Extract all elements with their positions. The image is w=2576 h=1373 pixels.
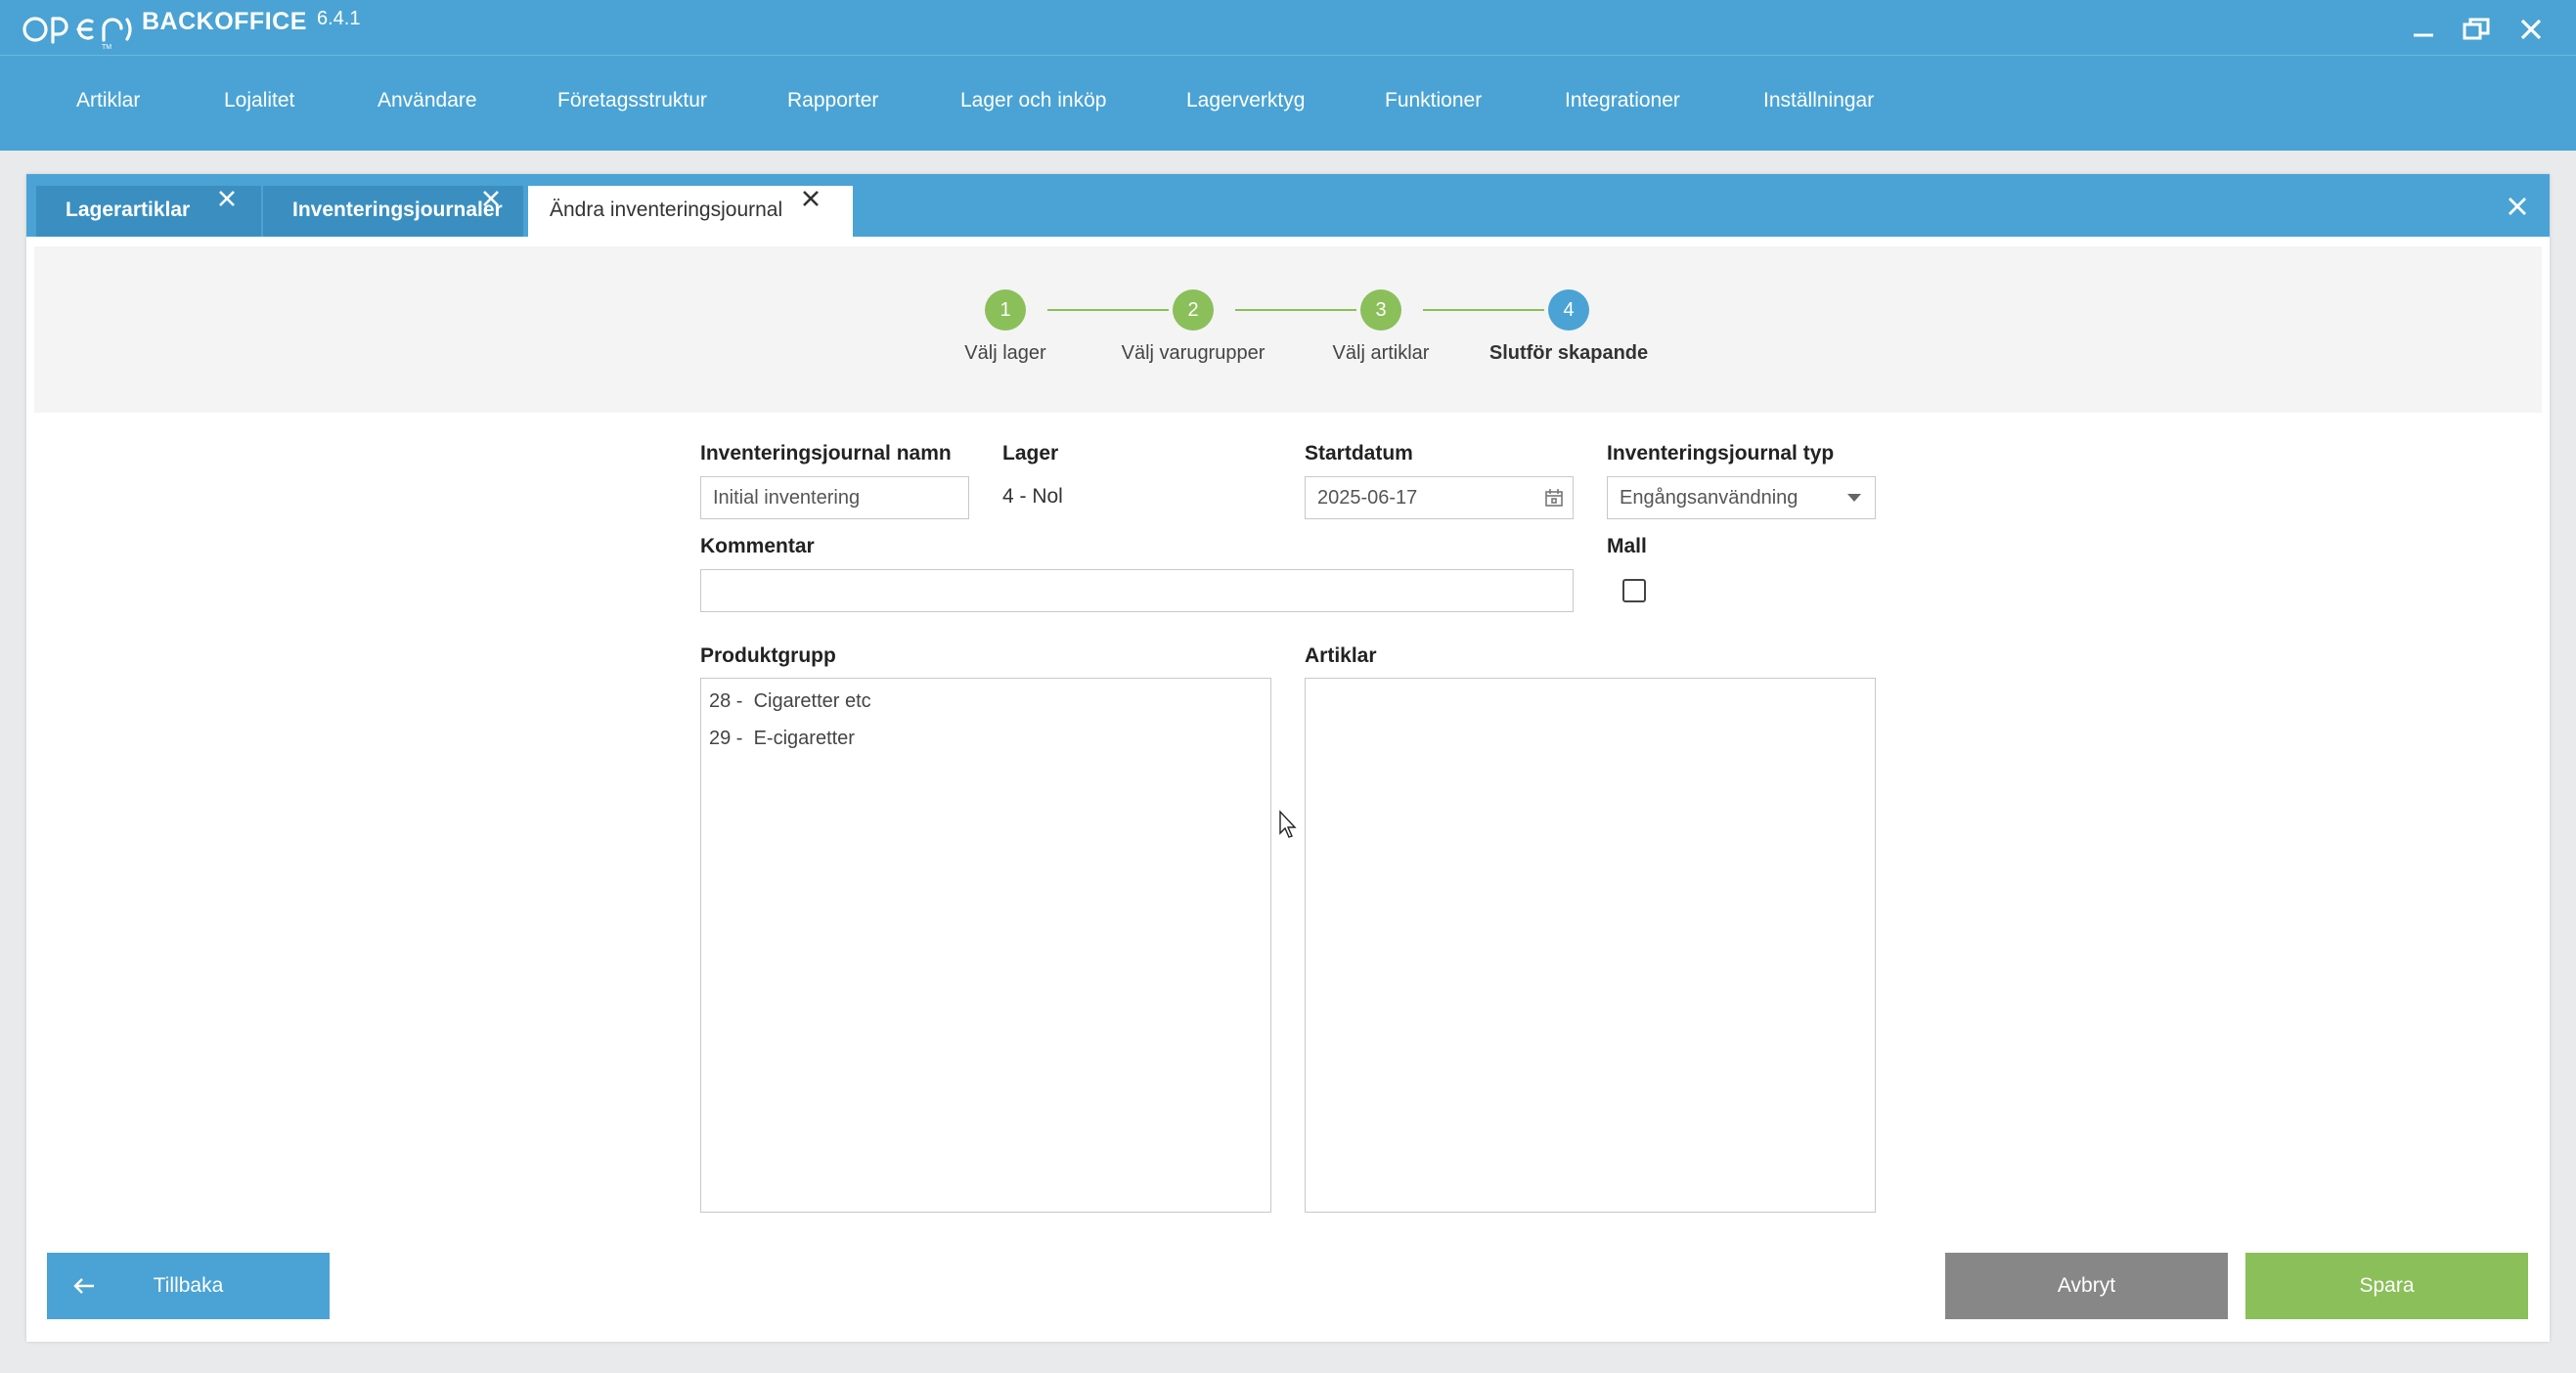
- menu-item-anvandare[interactable]: Användare: [378, 89, 477, 112]
- wizard-stepper: 1 2 3 4 Välj lager Välj varugrupper Välj…: [34, 246, 2542, 413]
- tab-close-icon[interactable]: [479, 187, 503, 210]
- journal-typ-value: Engångsanvändning: [1620, 487, 1799, 509]
- cancel-button[interactable]: Avbryt: [1945, 1253, 2228, 1319]
- tab-close-icon[interactable]: [215, 187, 239, 210]
- step-4-circle: 4: [1548, 289, 1589, 331]
- journal-name-field[interactable]: [700, 476, 969, 519]
- close-icon[interactable]: [2513, 12, 2549, 47]
- back-button-label: Tillbaka: [153, 1274, 224, 1297]
- product-group-code: 28: [709, 690, 732, 712]
- product-group-name: Cigaretter etc: [753, 690, 871, 712]
- lager-label: Lager: [1002, 442, 1059, 465]
- journal-name-label: Inventeringsjournal namn: [700, 442, 952, 465]
- journal-name-input[interactable]: [713, 478, 956, 518]
- kommentar-input[interactable]: [713, 571, 1561, 611]
- menu-item-funktioner[interactable]: Funktioner: [1385, 89, 1482, 112]
- back-button[interactable]: Tillbaka: [47, 1253, 330, 1319]
- tab-bar: Lagerartiklar Inventeringsjournaler Ändr…: [26, 174, 2550, 237]
- content-frame: Lagerartiklar Inventeringsjournaler Ändr…: [26, 174, 2550, 1342]
- startdatum-field[interactable]: 2025-06-17: [1305, 476, 1574, 519]
- step-4-label: Slutför skapande: [1488, 342, 1649, 364]
- kommentar-field[interactable]: [700, 569, 1574, 612]
- produktgrupp-label: Produktgrupp: [700, 644, 836, 667]
- step-connector: [1235, 309, 1356, 311]
- svg-text:TM: TM: [102, 44, 111, 51]
- product-group-code: 29: [709, 728, 732, 749]
- menu-item-integrationer[interactable]: Integrationer: [1565, 89, 1680, 112]
- step-1-label: Välj lager: [964, 342, 1046, 364]
- list-item[interactable]: 28 - Cigaretter etc: [701, 683, 1270, 720]
- restore-icon[interactable]: [2459, 12, 2494, 47]
- calendar-icon[interactable]: [1543, 487, 1565, 509]
- menu-item-lojalitet[interactable]: Lojalitet: [224, 89, 294, 112]
- step-connector: [1047, 309, 1169, 311]
- startdatum-label: Startdatum: [1305, 442, 1413, 465]
- tab-label: Lagerartiklar: [66, 199, 191, 221]
- step-1-circle: 1: [985, 289, 1026, 331]
- artiklar-label: Artiklar: [1305, 644, 1377, 667]
- step-3-label: Välj artiklar: [1332, 342, 1430, 364]
- produktgrupp-list[interactable]: 28 - Cigaretter etc 29 - E-cigaretter: [700, 678, 1271, 1213]
- journal-typ-label: Inventeringsjournal typ: [1607, 442, 1835, 465]
- menu-item-lagerverktyg[interactable]: Lagerverktyg: [1186, 89, 1305, 112]
- startdatum-value: 2025-06-17: [1317, 487, 1418, 509]
- tab-label: Ändra inventeringsjournal: [550, 199, 783, 221]
- app-version: 6.4.1: [317, 8, 361, 29]
- cancel-button-label: Avbryt: [2057, 1274, 2116, 1297]
- step-connector: [1423, 309, 1544, 311]
- arrow-left-icon: [73, 1278, 94, 1294]
- menu-item-foretagsstruktur[interactable]: Företagsstruktur: [557, 89, 707, 112]
- mouse-cursor-icon: [1279, 810, 1297, 838]
- menu-item-installningar[interactable]: Inställningar: [1763, 89, 1874, 112]
- list-item[interactable]: 29 - E-cigaretter: [701, 720, 1270, 757]
- mall-checkbox[interactable]: [1622, 579, 1646, 602]
- chevron-down-icon: [1847, 494, 1861, 502]
- menu-item-lager-och-inkop[interactable]: Lager och inköp: [960, 89, 1106, 112]
- step-2-label: Välj varugrupper: [1121, 342, 1266, 364]
- tab-label: Inventeringsjournaler: [292, 199, 503, 221]
- save-button[interactable]: Spara: [2245, 1253, 2528, 1319]
- app-brand: BACKOFFICE: [142, 8, 307, 35]
- lager-value: 4 - Nol: [1002, 485, 1063, 508]
- kommentar-label: Kommentar: [700, 535, 815, 557]
- title-bar: TM BACKOFFICE 6.4.1: [0, 0, 2576, 55]
- minimize-icon[interactable]: [2406, 12, 2441, 47]
- menu-item-rapporter[interactable]: Rapporter: [787, 89, 878, 112]
- menu-item-artiklar[interactable]: Artiklar: [76, 89, 140, 112]
- artiklar-list[interactable]: [1305, 678, 1876, 1213]
- step-2-circle: 2: [1173, 289, 1214, 331]
- open-logo: TM: [22, 17, 132, 51]
- mall-label: Mall: [1607, 535, 1647, 557]
- tab-close-icon[interactable]: [799, 187, 822, 210]
- save-button-label: Spara: [2359, 1274, 2415, 1297]
- close-icon[interactable]: [2503, 192, 2532, 221]
- product-group-name: E-cigaretter: [753, 728, 855, 749]
- main-menu: Artiklar Lojalitet Användare Företagsstr…: [0, 55, 2576, 151]
- step-3-circle: 3: [1360, 289, 1401, 331]
- journal-typ-select[interactable]: Engångsanvändning: [1607, 476, 1876, 519]
